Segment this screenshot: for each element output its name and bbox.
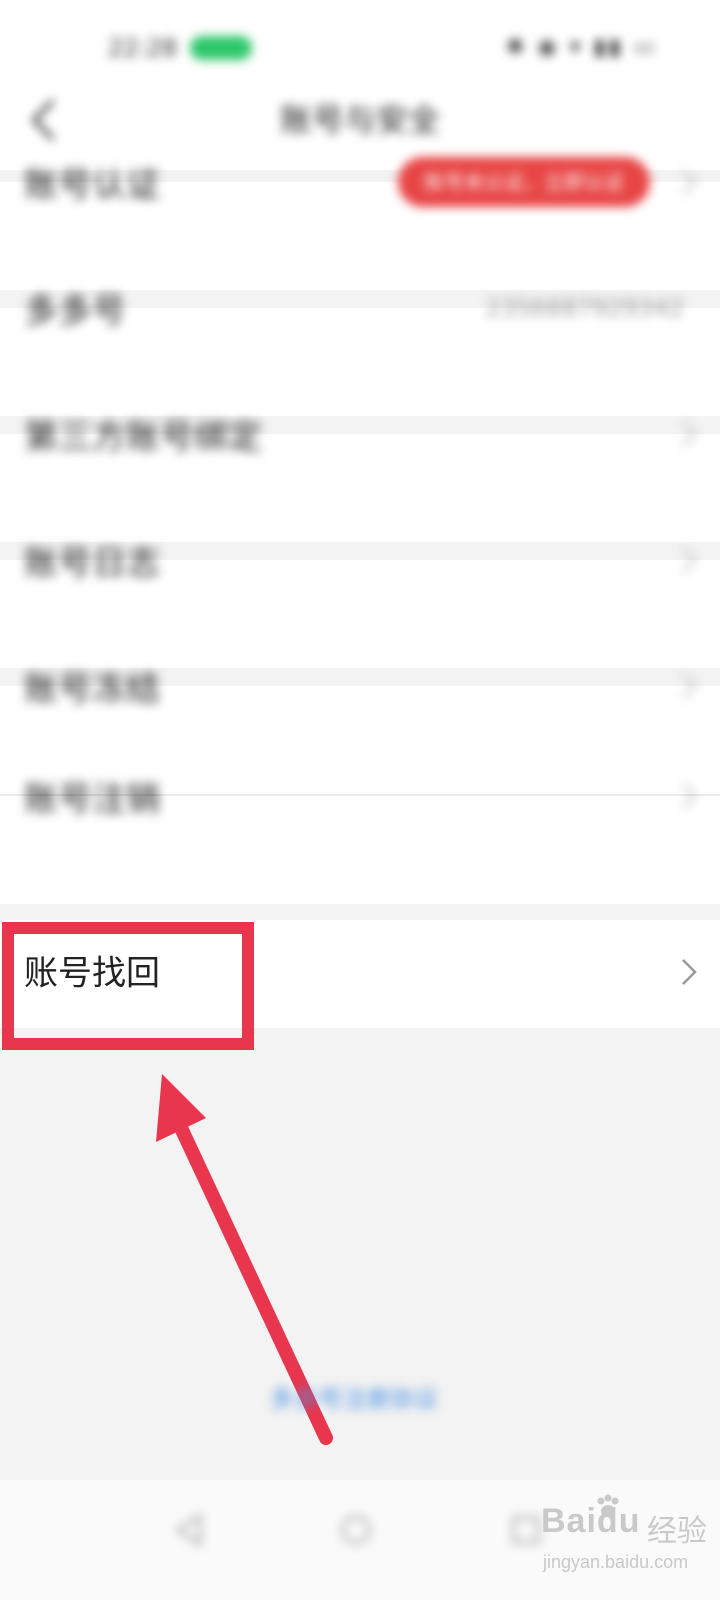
paw-icon <box>597 1494 619 1517</box>
row-account-cancel[interactable]: 账号注销 <box>0 780 720 904</box>
verification-badge[interactable]: 账号未认证，立即认证 <box>398 157 650 207</box>
highlight-box <box>2 922 254 1050</box>
baidu-watermark: Baidu 经验 jingyan.baidu.com <box>535 1492 715 1592</box>
row-label: 账号日志 <box>24 543 160 584</box>
chevron-right-icon <box>682 547 697 573</box>
row-label: 账号注销 <box>24 779 160 820</box>
chevron-right-icon <box>682 673 697 699</box>
row-login-records[interactable]: 账号日志 <box>0 544 720 668</box>
page-title: 账号与安全 <box>279 101 440 139</box>
chevron-right-icon <box>682 169 697 195</box>
row-label: 多多号 <box>24 291 126 332</box>
status-icons: ✱ ◉ ▾ ▮▮ ▭ <box>506 35 658 60</box>
row-third-party-binding[interactable]: 第三方账号绑定 <box>0 418 720 542</box>
row-label: 账号冻结 <box>24 669 160 710</box>
row-label: 第三方账号绑定 <box>24 417 262 458</box>
row-label: 账号认证 <box>24 165 160 206</box>
nav-bar: 账号与安全 <box>0 70 720 170</box>
status-indicator-pill <box>190 36 252 60</box>
back-triangle-icon[interactable] <box>170 1510 210 1550</box>
watermark-suffix: 经验 <box>647 1514 707 1549</box>
registration-agreement-link[interactable]: 多多号注册协议 <box>268 1382 440 1416</box>
row-verification[interactable]: 账号认证 账号未认证，立即认证 <box>0 157 720 290</box>
chevron-right-icon <box>682 959 697 985</box>
row-account-id: 多多号 2356887929342 <box>0 292 720 416</box>
account-id-value: 2356887929342 <box>485 294 684 322</box>
chevron-right-icon <box>682 783 697 809</box>
chevron-right-icon <box>682 421 697 447</box>
status-time: 22:28 <box>108 34 178 62</box>
watermark-url: jingyan.baidu.com <box>543 1552 689 1572</box>
home-circle-icon[interactable] <box>336 1510 376 1550</box>
watermark-brand: Baidu <box>541 1502 641 1540</box>
